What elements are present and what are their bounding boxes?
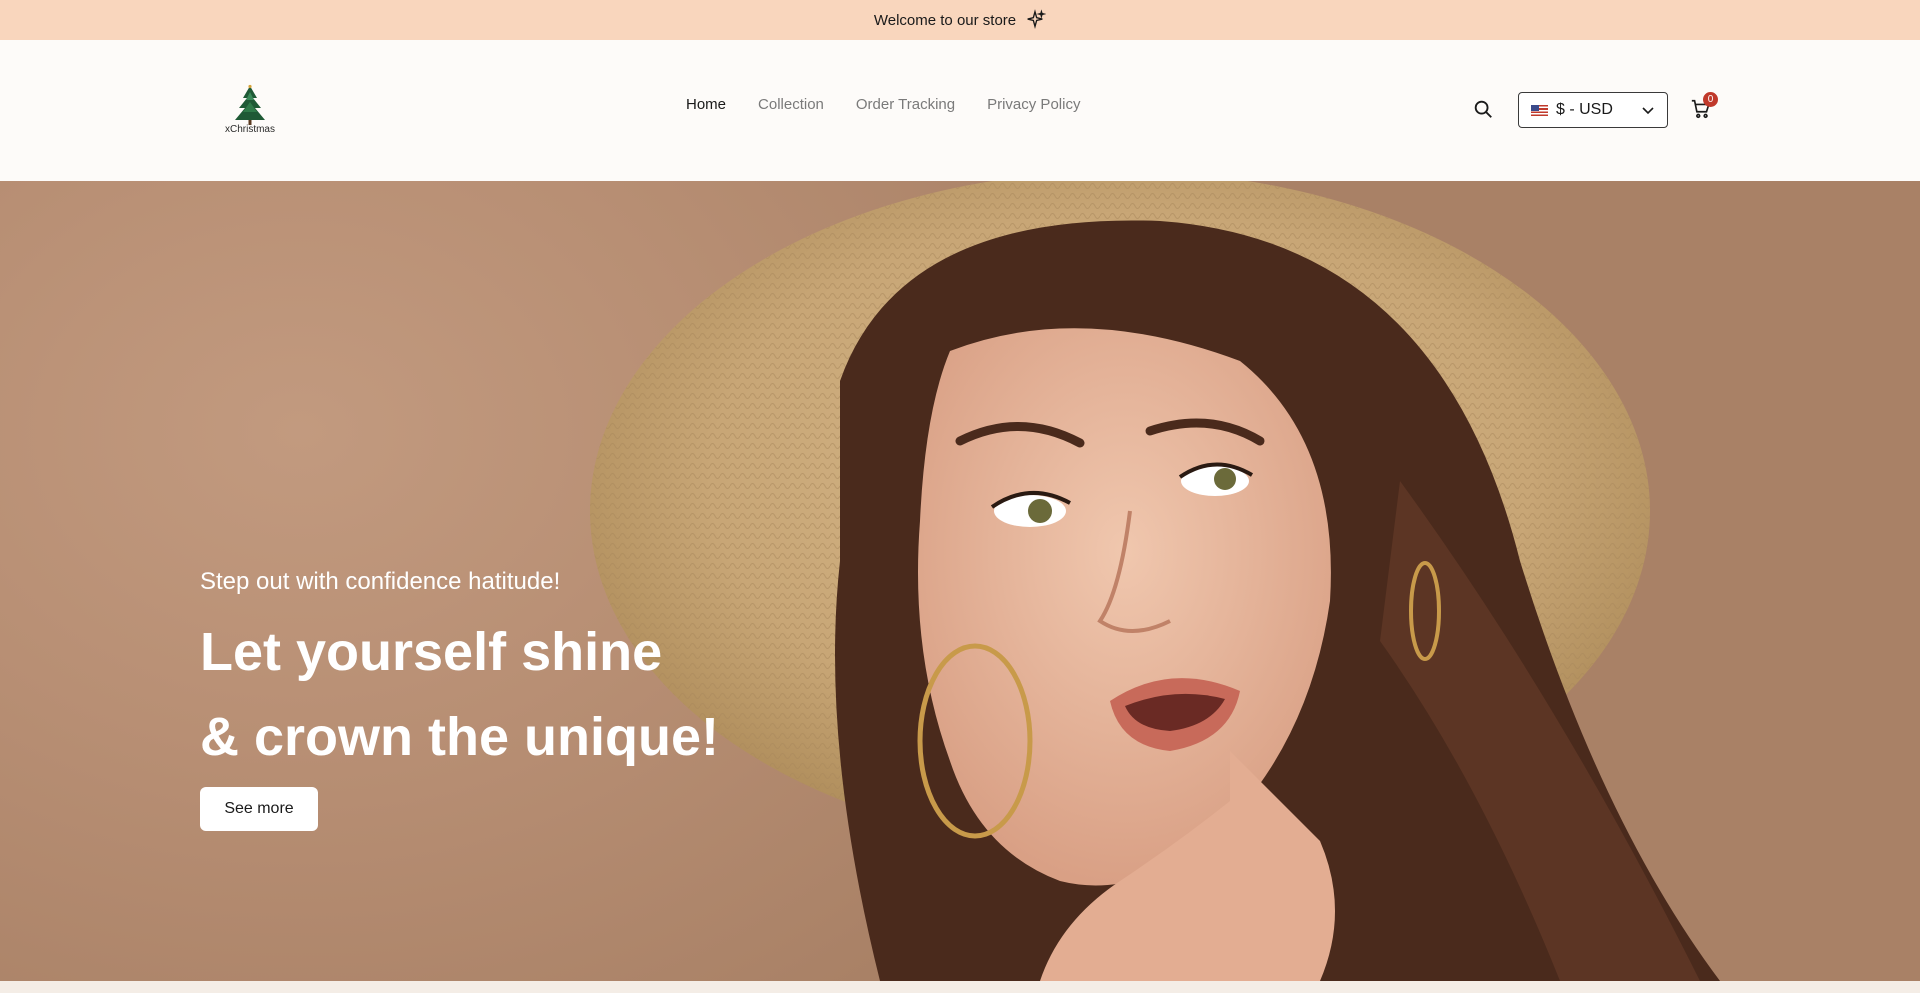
nav-item-home[interactable]: Home: [686, 96, 726, 113]
flag-us-icon: [1531, 104, 1548, 116]
section-divider: [0, 981, 1920, 993]
brand-name: xChristmas: [224, 124, 275, 135]
tree-logo-icon: [235, 84, 265, 125]
hero-title-line-2: & crown the unique!: [200, 707, 719, 767]
cart-count-badge: 0: [1703, 92, 1718, 107]
nav-item-order-tracking[interactable]: Order Tracking: [856, 96, 955, 113]
announcement-text: Welcome to our store: [873, 11, 1017, 29]
currency-selector[interactable]: $ - USD: [1518, 92, 1668, 128]
hero-subtitle: Step out with confidence hatitude!: [200, 568, 561, 595]
nav-item-privacy-policy[interactable]: Privacy Policy: [987, 96, 1080, 113]
main-nav: Home Collection Order Tracking Privacy P…: [686, 96, 1080, 113]
sparkle-icon: [1024, 9, 1047, 31]
chevron-down-icon: [1642, 107, 1654, 115]
site-logo[interactable]: xChristmas: [222, 84, 278, 135]
announcement-bar: Welcome to our store: [0, 0, 1920, 40]
hero-banner: Step out with confidence hatitude! Let y…: [0, 181, 1920, 981]
currency-label: $ - USD: [1556, 101, 1613, 118]
hero-title-line-1: Let yourself shine: [200, 622, 663, 682]
search-icon[interactable]: [1472, 98, 1494, 120]
see-more-button[interactable]: See more: [200, 787, 318, 831]
nav-item-collection[interactable]: Collection: [758, 96, 824, 113]
